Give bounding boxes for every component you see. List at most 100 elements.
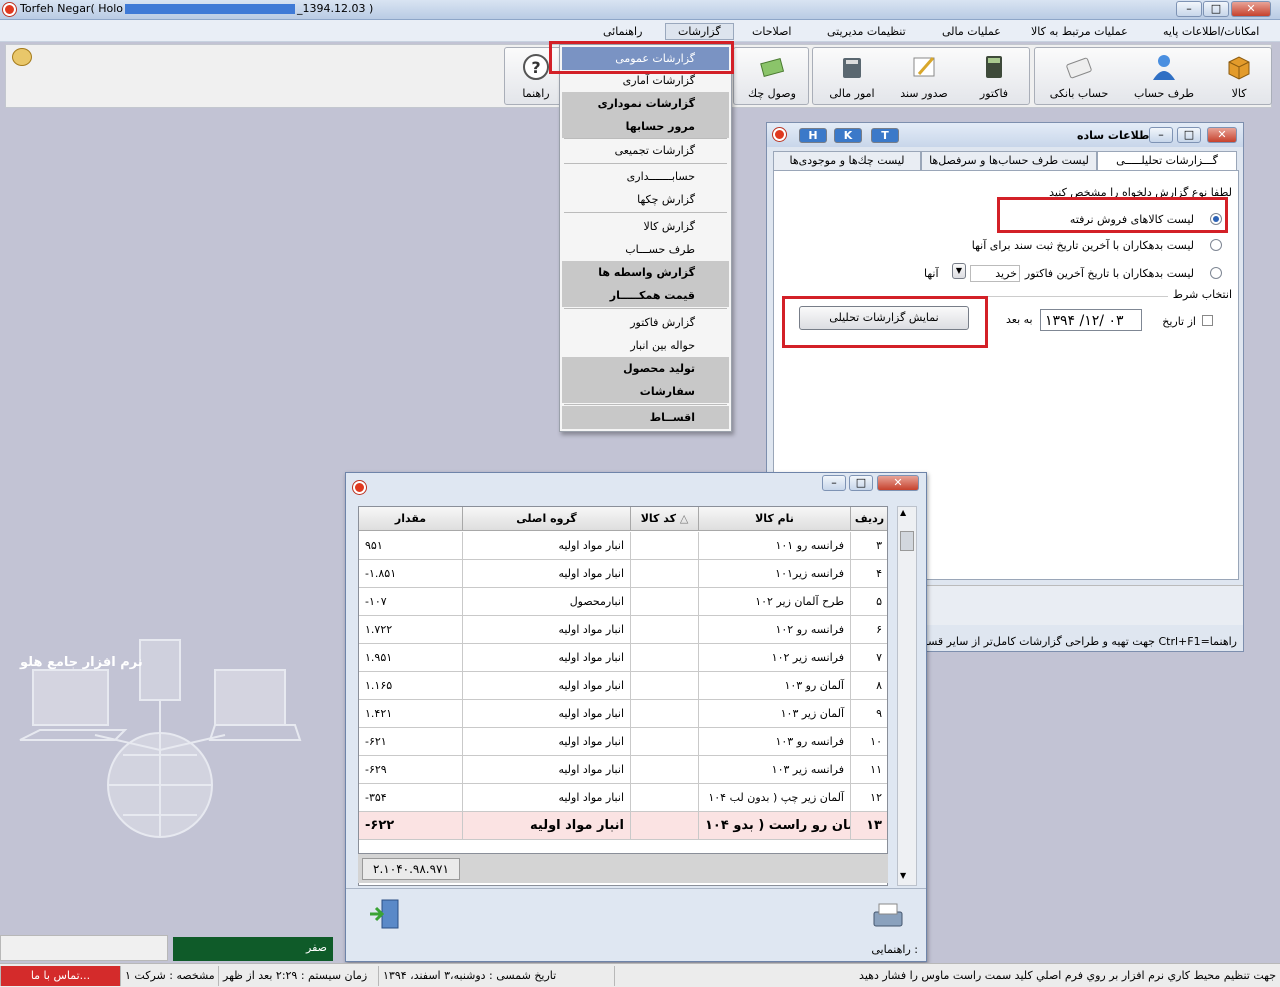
menu-admin-settings[interactable]: تنظيمات مديريتی (827, 25, 906, 38)
menu-item-account-review[interactable]: مرور حسابها (562, 115, 729, 138)
scroll-down-icon[interactable]: ▼ (900, 871, 906, 880)
header-main-group[interactable]: گروه اصلی (463, 507, 631, 531)
scroll-up-icon[interactable]: ▲ (900, 508, 906, 517)
menu-item-accounting[interactable]: حسابـــــــداری (562, 165, 729, 188)
bank-account-button[interactable]: حساب بانکی (1039, 48, 1119, 104)
info-close-button[interactable]: ✕ (1207, 127, 1237, 143)
info-minimize-button[interactable]: – (1149, 127, 1173, 143)
calculator-icon (986, 56, 1002, 78)
menu-item-aggregated-reports[interactable]: گزارشات تجمیعی (562, 139, 729, 162)
cell-name: ۱۰۲ فرانسه رو (699, 616, 851, 644)
tab-accounts-list[interactable]: ليست طرف حساب‌ها و سرفصل‌ها (921, 151, 1097, 171)
info-maximize-button[interactable]: □ (1177, 127, 1201, 143)
menu-item-invoice-report[interactable]: گزارش فاکتور (562, 311, 729, 334)
k-button[interactable]: K (834, 128, 862, 143)
table-row[interactable]: -۳۵۴ انبار مواد اوليه ۱۰۴ آلمان زير چپ ( ب… (359, 784, 887, 812)
invoice-button[interactable]: فاکتور (961, 48, 1027, 104)
account-party-button[interactable]: طرف حساب (1121, 48, 1207, 104)
menu-item-warehouse-transfer[interactable]: حواله بین انبار (562, 334, 729, 357)
cell-code (631, 812, 699, 840)
settings-hint: جهت تنظيم محيط کاري نرم افزار بر روي فرم… (614, 966, 1280, 986)
table-row[interactable]: ۱.۷۲۲ انبار مواد اوليه ۱۰۲ فرانسه رو ۶ (359, 616, 887, 644)
menu-financial-ops[interactable]: عمليات مالی (942, 25, 1001, 38)
table-row[interactable]: ۹۵۱ انبار مواد اوليه ۱۰۱ فرانسه رو ۳ (359, 532, 887, 560)
menu-goods-ops[interactable]: عمليات مرتبط به کالا (1031, 25, 1128, 38)
date-input[interactable]: ۱۳۹۴ /۱۲/ ۰۳ (1040, 309, 1142, 331)
status-bar: تماس با ما... مشخصه : شرکت ۱ زمان سيستم … (0, 963, 1280, 987)
grid-close-button[interactable]: ✕ (877, 475, 919, 491)
palette-icon[interactable] (12, 48, 32, 66)
cell-name: ۱۰۳ فرانسه رو (699, 728, 851, 756)
cell-name: ۱۰۱فرانسه زير (699, 560, 851, 588)
table-row[interactable]: -۱۰۷ انبارمحصول ۱۰۲ طرح آلمان زير ۵ (359, 588, 887, 616)
header-qty[interactable]: مقدار (359, 507, 463, 531)
radio-debtors-last-invoice[interactable] (1210, 267, 1222, 279)
close-button[interactable]: ✕ (1231, 1, 1271, 17)
cell-qty: -۳۵۴ (359, 784, 463, 812)
grid-maximize-button[interactable]: □ (849, 475, 873, 491)
invoice-type-dropdown[interactable]: ▼ (952, 263, 966, 279)
table-row[interactable]: -۶۲۹ انبار مواد اوليه ۱۰۳ فرانسه زير ۱۱ (359, 756, 887, 784)
menu-item-chart-reports[interactable]: گزارشات نموداری (562, 92, 729, 115)
cell-qty: ۱.۴۲۱ (359, 700, 463, 728)
check-receipt-button[interactable]: وصول چك (737, 48, 807, 104)
menu-item-goods-report[interactable]: گزارش کالا (562, 215, 729, 238)
window-title: Torfeh Negar( Holo _1394.12.03 ) (20, 2, 374, 15)
menu-item-production[interactable]: تولید محصول (562, 357, 729, 380)
radio-debtors-last-doc[interactable] (1210, 239, 1222, 251)
cell-group: انبار مواد اوليه (463, 644, 631, 672)
cell-no: ۱۳ (851, 812, 887, 840)
person-icon (1153, 55, 1175, 80)
header-row-no[interactable]: رديف (851, 507, 887, 531)
menu-corrections[interactable]: اصلاحات (752, 25, 791, 38)
table-row[interactable]: -۶۲۱ انبار مواد اوليه ۱۰۳ فرانسه رو ۱۰ (359, 728, 887, 756)
t-button[interactable]: T (871, 128, 899, 143)
issue-doc-button[interactable]: صدور سند (889, 48, 959, 104)
cell-qty: -۶۲۱ (359, 728, 463, 756)
cell-code (631, 728, 699, 756)
menu-help[interactable]: راهنمائی (603, 25, 642, 38)
info-window-title: اطلاعات ساده (1077, 129, 1154, 142)
table-row[interactable]: -۶۲۲انبار مواد اوليه ۱۰۴ آلمان رو راست ( … (359, 812, 887, 840)
from-date-label: از تاريخ (1162, 315, 1196, 328)
menu-item-installments[interactable]: اقســاط (562, 406, 729, 429)
cell-code (631, 756, 699, 784)
table-row[interactable]: -۱.۸۵۱ انبار مواد اوليه ۱۰۱فرانسه زير ۴ (359, 560, 887, 588)
option-debtors-last-doc[interactable]: ليست بدهکاران با آخرين تاريخ ثبت سند برا… (972, 239, 1194, 252)
cell-no: ۱۲ (851, 784, 887, 812)
menu-reports[interactable]: گزارشات (665, 23, 734, 40)
redacted-bar (125, 4, 296, 14)
option-debtors-last-invoice[interactable]: ليست بدهکاران با تاريخ آخرين فاکتور (1025, 267, 1194, 280)
table-row[interactable]: ۱.۱۶۵ انبار مواد اوليه ۱۰۳ آلمان رو ۸ (359, 672, 887, 700)
maximize-button[interactable]: □ (1203, 1, 1229, 17)
h-button[interactable]: H (799, 128, 827, 143)
scroll-thumb[interactable] (900, 531, 914, 551)
menu-item-account-party[interactable]: طرف حســـاب (562, 238, 729, 261)
table-row[interactable]: ۱.۴۲۱ انبار مواد اوليه ۱۰۳ آلمان زير ۹ (359, 700, 887, 728)
table-row[interactable]: ۱.۹۵۱ انبار مواد اوليه ۱۰۲ فرانسه زير ۷ (359, 644, 887, 672)
reports-dropdown-menu: گزارشات عمومی گزارشات آماری گزارشات نمود… (559, 44, 732, 432)
grid-minimize-button[interactable]: – (822, 475, 846, 491)
printer-icon[interactable] (870, 900, 906, 932)
menu-basic-info[interactable]: امکانات/اطلاعات پايه (1163, 25, 1259, 38)
menu-item-orders[interactable]: سفارشات (562, 380, 729, 403)
header-code[interactable]: کد کالا △ (631, 507, 699, 531)
header-name[interactable]: نام کالا (699, 507, 851, 531)
cell-name: ۱۰۲ فرانسه زير (699, 644, 851, 672)
grid-scrollbar[interactable]: ▲ ▼ (897, 506, 917, 886)
tab-analytical-reports[interactable]: گـــزارشات تحليلـــــی (1097, 151, 1237, 172)
highlight-general-reports (549, 41, 734, 74)
goods-button[interactable]: کالا (1207, 48, 1271, 104)
finance-button[interactable]: امور مالی (817, 48, 887, 104)
tab-checks-inventory[interactable]: ليست چك‌ها و موجودی‌ها (773, 151, 921, 171)
contact-us-link[interactable]: تماس با ما... (0, 966, 120, 986)
minimize-button[interactable]: – (1176, 1, 1202, 17)
cell-qty: -۱۰۷ (359, 588, 463, 616)
invoice-type-select[interactable]: خريد (970, 265, 1020, 282)
from-date-checkbox[interactable] (1202, 315, 1213, 326)
menu-item-brokers-report[interactable]: گزارش واسطه ها (562, 261, 729, 284)
cell-name: ۱۰۲ طرح آلمان زير (699, 588, 851, 616)
menu-item-partner-price[interactable]: قیمت همکـــــار (562, 284, 729, 307)
menu-item-check-reports[interactable]: گزارش چکها (562, 188, 729, 211)
exit-door-icon[interactable] (368, 898, 404, 932)
